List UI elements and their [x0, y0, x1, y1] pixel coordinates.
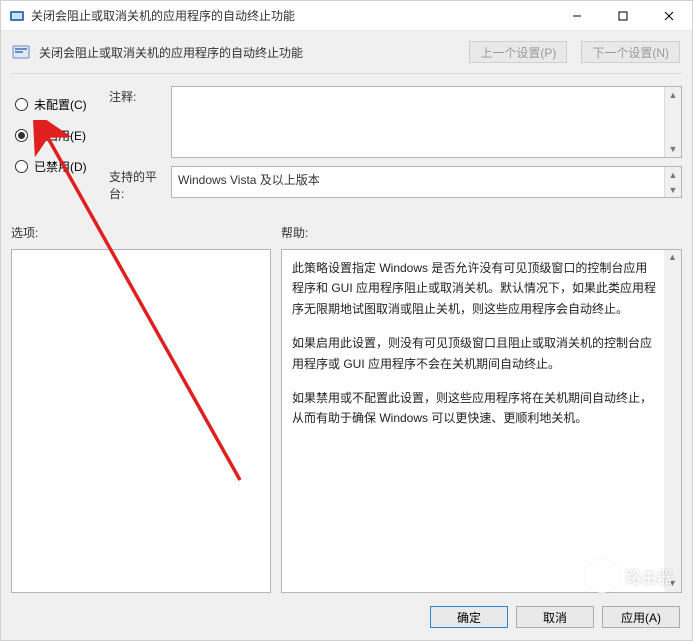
main-area: 未配置(C) 已启用(E) 已禁用(D) 注释: ▲ ▼ [1, 78, 692, 210]
chevron-down-icon[interactable]: ▼ [665, 141, 681, 157]
platform-label: 支持的平台: [109, 166, 171, 202]
chevron-up-icon[interactable]: ▲ [665, 167, 681, 182]
ok-button[interactable]: 确定 [430, 606, 508, 628]
setting-title: 关闭会阻止或取消关机的应用程序的自动终止功能 [39, 44, 455, 61]
help-paragraph: 此策略设置指定 Windows 是否允许没有可见顶级窗口的控制台应用程序和 GU… [292, 258, 659, 319]
help-paragraph: 如果启用此设置，则没有可见顶级窗口且阻止或取消关机的控制台应用程序或 GUI 应… [292, 333, 659, 374]
subheader: 关闭会阻止或取消关机的应用程序的自动终止功能 上一个设置(P) 下一个设置(N) [1, 31, 692, 73]
footer: 确定 取消 应用(A) [1, 596, 692, 640]
close-button[interactable] [646, 1, 692, 31]
help-label: 帮助: [281, 224, 308, 241]
window-title: 关闭会阻止或取消关机的应用程序的自动终止功能 [31, 7, 554, 24]
chevron-up-icon[interactable]: ▲ [664, 250, 681, 266]
options-label: 选项: [11, 224, 281, 241]
divider [11, 73, 682, 74]
radio-group: 未配置(C) 已启用(E) 已禁用(D) [11, 82, 101, 210]
chevron-down-icon[interactable]: ▼ [664, 576, 681, 592]
radio-icon [15, 98, 28, 111]
radio-not-configured[interactable]: 未配置(C) [15, 96, 101, 113]
radio-disabled[interactable]: 已禁用(D) [15, 158, 101, 175]
next-setting-button[interactable]: 下一个设置(N) [581, 41, 680, 63]
radio-label: 已禁用(D) [34, 158, 87, 175]
radio-icon [15, 160, 28, 173]
help-panel: 此策略设置指定 Windows 是否允许没有可见顶级窗口的控制台应用程序和 GU… [281, 249, 682, 593]
fields-area: 注释: ▲ ▼ 支持的平台: Windows Vista 及以上版本 ▲ ▼ [109, 82, 682, 210]
scrollbar[interactable]: ▲ ▼ [664, 87, 681, 157]
platform-textbox: Windows Vista 及以上版本 ▲ ▼ [171, 166, 682, 198]
section-headers: 选项: 帮助: [1, 210, 692, 243]
minimize-button[interactable] [554, 1, 600, 31]
platform-value: Windows Vista 及以上版本 [178, 171, 320, 188]
notes-row: 注释: ▲ ▼ [109, 86, 682, 158]
setting-icon [11, 42, 31, 62]
platform-row: 支持的平台: Windows Vista 及以上版本 ▲ ▼ [109, 166, 682, 202]
prev-setting-button[interactable]: 上一个设置(P) [469, 41, 567, 63]
app-icon [9, 8, 25, 24]
options-panel [11, 249, 271, 593]
maximize-button[interactable] [600, 1, 646, 31]
scrollbar[interactable]: ▲ ▼ [664, 250, 681, 592]
help-paragraph: 如果禁用或不配置此设置，则这些应用程序将在关机期间自动终止，从而有助于确保 Wi… [292, 388, 659, 429]
scrollbar[interactable]: ▲ ▼ [664, 167, 681, 197]
radio-label: 未配置(C) [34, 96, 87, 113]
radio-icon [15, 129, 28, 142]
radio-enabled[interactable]: 已启用(E) [15, 127, 101, 144]
chevron-up-icon[interactable]: ▲ [665, 87, 681, 103]
radio-label: 已启用(E) [34, 127, 86, 144]
panels: 此策略设置指定 Windows 是否允许没有可见顶级窗口的控制台应用程序和 GU… [1, 243, 692, 596]
cancel-button[interactable]: 取消 [516, 606, 594, 628]
titlebar: 关闭会阻止或取消关机的应用程序的自动终止功能 [1, 1, 692, 31]
window-controls [554, 1, 692, 30]
chevron-down-icon[interactable]: ▼ [665, 182, 681, 197]
notes-textbox[interactable]: ▲ ▼ [171, 86, 682, 158]
notes-label: 注释: [109, 86, 171, 105]
apply-button[interactable]: 应用(A) [602, 606, 680, 628]
dialog-window: 关闭会阻止或取消关机的应用程序的自动终止功能 关闭会阻止或取消关机的应用程序的自… [0, 0, 693, 641]
